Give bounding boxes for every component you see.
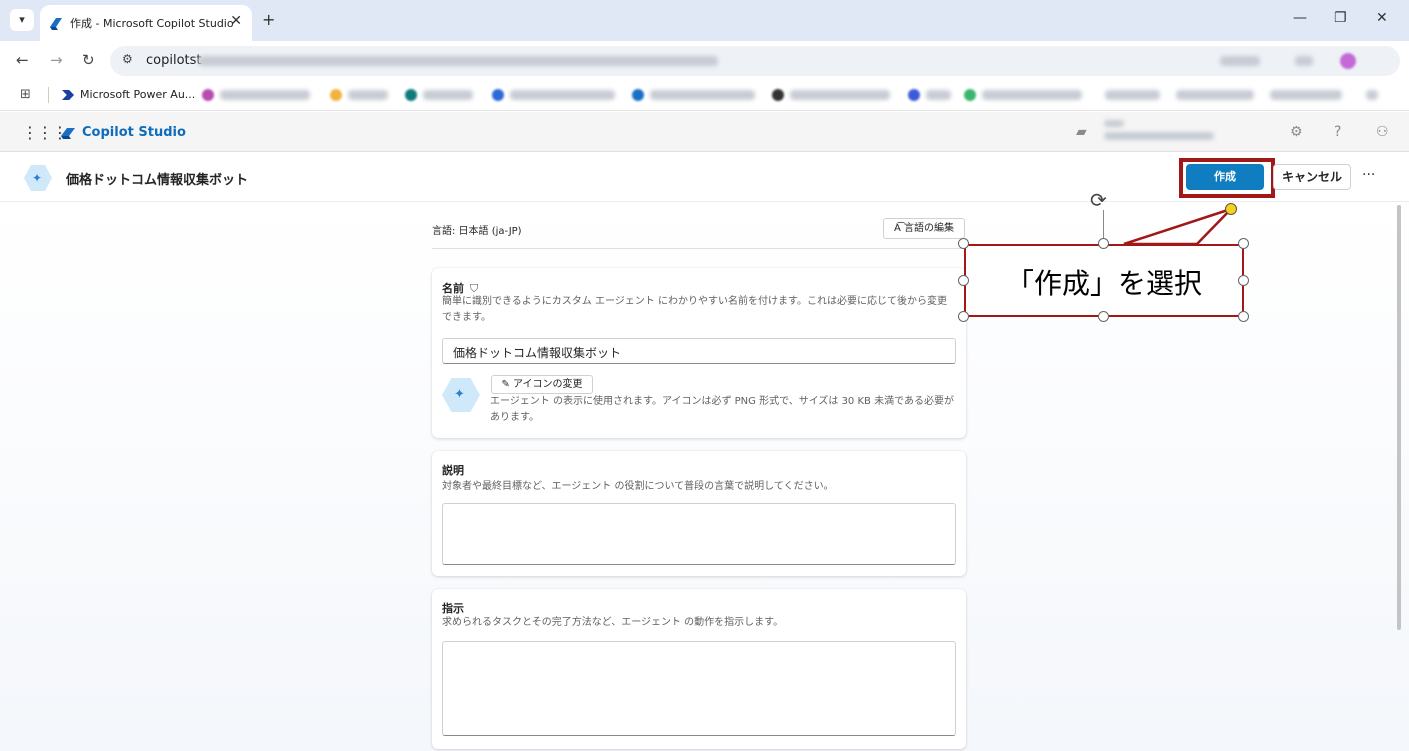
scrollbar-thumb[interactable] (1397, 205, 1401, 630)
edit-image-icon: ✎ (501, 379, 514, 390)
bookmark-icon[interactable] (772, 89, 784, 101)
callout-pointer-handle[interactable] (1225, 203, 1237, 215)
divider (432, 248, 966, 249)
cancel-button[interactable]: キャンセル (1273, 164, 1351, 190)
back-icon[interactable]: ← (16, 51, 29, 69)
agent-icon-preview: ✦ (442, 378, 480, 412)
blurred-bookmark[interactable] (926, 90, 951, 100)
resize-handle[interactable] (958, 238, 969, 249)
agent-avatar: ✦ (24, 165, 52, 191)
browser-tab[interactable]: 作成 - Microsoft Copilot Studio ✕ (40, 5, 252, 41)
bookmark-icon[interactable] (492, 89, 504, 101)
language-icon: A͡ (893, 223, 905, 234)
blurred-url (198, 56, 718, 66)
blurred-bookmark[interactable] (220, 90, 310, 100)
more-options-icon[interactable]: ··· (1362, 167, 1375, 183)
app-header: ⋮⋮⋮ Copilot Studio ▰ ⚙ ? ⚇ (0, 112, 1409, 152)
blurred-bookmark[interactable] (982, 90, 1082, 100)
browser-navbar: ← → ↻ ⚙ copilotst (0, 41, 1409, 79)
resize-handle[interactable] (1238, 238, 1249, 249)
blurred-bookmark[interactable] (650, 90, 755, 100)
bookmark-power-automate[interactable]: Microsoft Power Au... (62, 88, 195, 101)
resize-handle[interactable] (1238, 311, 1249, 322)
tab-title: 作成 - Microsoft Copilot Studio (70, 17, 234, 30)
reload-icon[interactable]: ↻ (82, 51, 95, 69)
name-description: 簡単に識別できるようにカスタム エージェント にわかりやすい名前を付けます。これ… (442, 296, 947, 323)
forward-icon[interactable]: → (50, 51, 63, 69)
name-input[interactable]: 価格ドットコム情報収集ボット (442, 338, 956, 364)
bookmark-icon[interactable] (202, 89, 214, 101)
blurred-extensions (1220, 56, 1260, 66)
instructions-textarea[interactable] (442, 641, 956, 736)
tab-search-button[interactable]: ▾ (10, 9, 34, 31)
bookmark-icon[interactable] (964, 89, 976, 101)
blurred-environment-name (1104, 132, 1214, 140)
blurred-extension (1295, 56, 1313, 66)
page-header: ✦ 価格ドットコム情報収集ボット 作成 キャンセル ··· (0, 153, 1409, 202)
url-text: copilotst (146, 53, 202, 68)
bookmarks-bar: ⊞ Microsoft Power Au... (0, 79, 1409, 111)
page-title: 価格ドットコム情報収集ボット (66, 173, 249, 188)
description-heading: 説明 (442, 464, 464, 477)
sparkle-icon: ✦ (32, 171, 43, 185)
name-input-value: 価格ドットコム情報収集ボット (453, 346, 622, 360)
browser-tabbar: ▾ 作成 - Microsoft Copilot Studio ✕ + — ❐ … (0, 0, 1409, 41)
resize-handle[interactable] (958, 275, 969, 286)
minimize-icon[interactable]: — (1293, 10, 1307, 26)
blurred-more-bookmarks[interactable] (1366, 90, 1378, 100)
callout-box: 「作成」を選択 (964, 244, 1244, 317)
blurred-bookmark-folder[interactable] (1176, 90, 1254, 100)
resize-handle[interactable] (1238, 275, 1249, 286)
help-icon[interactable]: ? (1334, 124, 1341, 140)
new-tab-icon[interactable]: + (262, 10, 275, 29)
bookmark-icon[interactable] (330, 89, 342, 101)
bookmark-icon[interactable] (632, 89, 644, 101)
blurred-bookmark[interactable] (790, 90, 890, 100)
blurred-bookmark[interactable] (348, 90, 388, 100)
resize-handle[interactable] (1098, 311, 1109, 322)
bookmarks-divider (48, 87, 49, 103)
restore-icon[interactable]: ❐ (1334, 10, 1347, 26)
close-icon[interactable]: ✕ (230, 13, 242, 29)
resize-handle[interactable] (958, 311, 969, 322)
edit-language-button[interactable]: A͡ 言語の編集 (883, 218, 965, 239)
language-label: 言語: 日本語 (ja-JP) (432, 226, 522, 237)
instructions-help: 求められるタスクとその完了方法など、エージェント の動作を指示します。 (442, 617, 784, 628)
bookmark-label: Microsoft Power Au... (80, 88, 196, 101)
instructions-heading: 指示 (442, 602, 464, 615)
create-button[interactable]: 作成 (1186, 164, 1264, 190)
blurred-bookmark[interactable] (510, 90, 615, 100)
name-card: 名前 ⛉ 簡単に識別できるようにカスタム エージェント にわかりやすい名前を付けま… (432, 268, 966, 438)
blurred-bookmark[interactable] (423, 90, 473, 100)
change-icon-label: アイコンの変更 (513, 379, 583, 390)
address-bar[interactable]: ⚙ copilotst (110, 46, 1400, 76)
instructions-card: 指示 求められるタスクとその完了方法など、エージェント の動作を指示します。 (432, 589, 966, 749)
resize-handle[interactable] (1098, 238, 1109, 249)
description-card: 説明 対象者や最終目標など、エージェント の役割について普段の言葉で説明してくだ… (432, 451, 966, 576)
app-name[interactable]: Copilot Studio (82, 125, 186, 140)
sparkle-icon: ✦ (454, 387, 465, 402)
blurred-bookmark-folder[interactable] (1105, 90, 1160, 100)
rotate-handle-icon[interactable]: ⟳ (1090, 188, 1107, 212)
bookmark-icon[interactable] (908, 89, 920, 101)
site-info-icon[interactable]: ⚙ (122, 52, 133, 66)
user-icon[interactable]: ⚇ (1376, 124, 1389, 140)
profile-avatar[interactable] (1340, 53, 1356, 69)
window-close-icon[interactable]: ✕ (1376, 10, 1388, 26)
copilot-studio-logo-icon (61, 128, 75, 139)
edit-language-label: 言語の編集 (904, 223, 955, 234)
callout-text: 「作成」を選択 (1005, 267, 1202, 300)
bookmark-icon[interactable] (405, 89, 417, 101)
blurred-environment-label (1104, 120, 1124, 127)
icon-note: エージェント の表示に使用されます。アイコンは必ず PNG 形式で、サイズは 3… (490, 396, 954, 423)
description-help: 対象者や最終目標など、エージェント の役割について普段の言葉で説明してください。 (442, 481, 834, 492)
blurred-bookmark-folder[interactable] (1270, 90, 1342, 100)
copilot-studio-icon (50, 18, 62, 30)
apps-grid-icon[interactable]: ⊞ (20, 87, 31, 102)
description-textarea[interactable] (442, 503, 956, 565)
power-automate-icon (62, 90, 74, 100)
change-icon-button[interactable]: ✎ アイコンの変更 (491, 375, 593, 394)
settings-icon[interactable]: ⚙ (1290, 124, 1303, 140)
environment-icon[interactable]: ▰ (1076, 124, 1087, 140)
